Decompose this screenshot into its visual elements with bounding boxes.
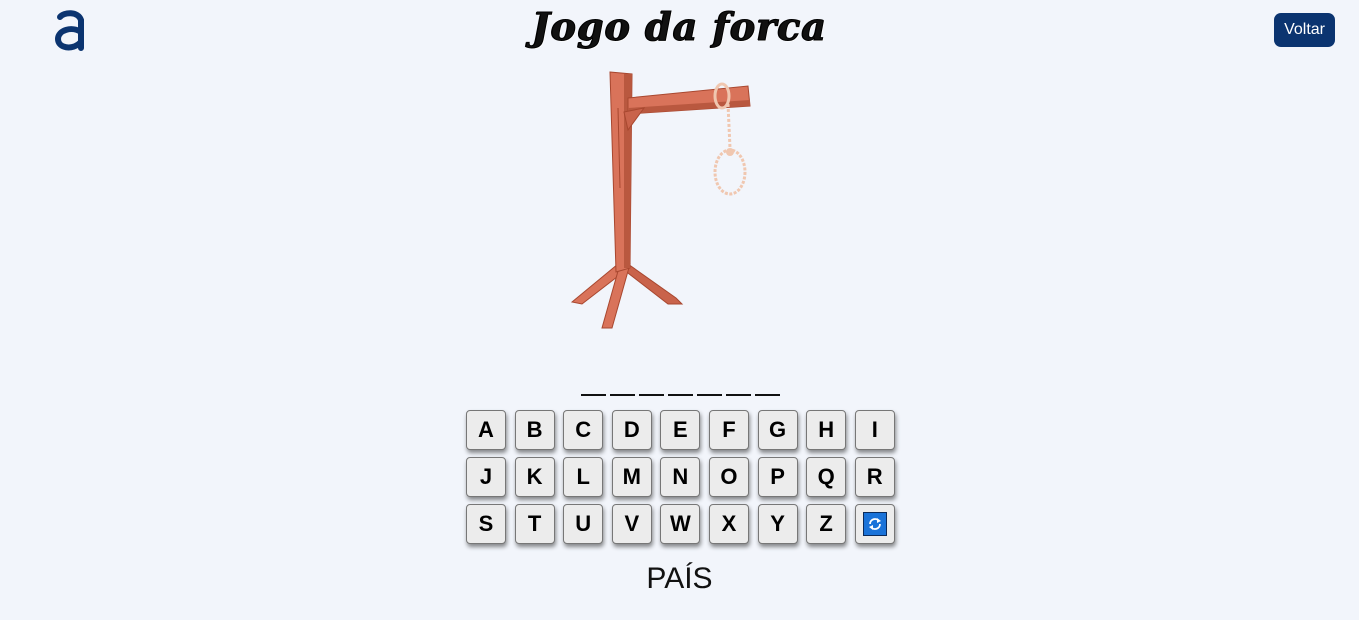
letter-keyboard: A B C D E F G H I J K L M N O P Q R S T … (466, 410, 895, 544)
key-e[interactable]: E (660, 410, 701, 450)
restart-button[interactable] (854, 504, 895, 544)
key-a[interactable]: A (466, 410, 506, 450)
gallows-illustration (568, 68, 758, 332)
key-h[interactable]: H (806, 410, 847, 450)
key-f[interactable]: F (708, 410, 749, 450)
key-o[interactable]: O (708, 457, 749, 497)
letter-slot (581, 372, 606, 396)
key-t[interactable]: T (514, 504, 555, 544)
key-j[interactable]: J (466, 457, 506, 497)
key-x[interactable]: X (708, 504, 749, 544)
key-m[interactable]: M (611, 457, 652, 497)
key-z[interactable]: Z (806, 504, 847, 544)
refresh-icon (862, 512, 887, 536)
key-b[interactable]: B (514, 410, 555, 450)
letter-slot (697, 372, 722, 396)
key-n[interactable]: N (660, 457, 701, 497)
back-button[interactable]: Voltar (1274, 13, 1335, 47)
key-q[interactable]: Q (806, 457, 847, 497)
key-s[interactable]: S (466, 504, 506, 544)
word-slots (0, 372, 1359, 396)
key-k[interactable]: K (514, 457, 555, 497)
letter-slot (755, 372, 780, 396)
key-r[interactable]: R (854, 457, 895, 497)
category-hint: PAÍS (646, 562, 713, 595)
key-v[interactable]: V (611, 504, 652, 544)
letter-slot (610, 372, 635, 396)
page-title: Jogo da forca (531, 4, 828, 50)
key-y[interactable]: Y (757, 504, 798, 544)
key-w[interactable]: W (660, 504, 701, 544)
key-d[interactable]: D (611, 410, 652, 450)
key-g[interactable]: G (757, 410, 798, 450)
letter-slot (726, 372, 751, 396)
key-p[interactable]: P (757, 457, 798, 497)
letter-slot (639, 372, 664, 396)
key-u[interactable]: U (563, 504, 604, 544)
key-i[interactable]: I (854, 410, 895, 450)
page: Jogo da forca Voltar A B C D E F G H I J… (0, 0, 1359, 620)
letter-slot (668, 372, 693, 396)
key-l[interactable]: L (563, 457, 604, 497)
key-c[interactable]: C (563, 410, 604, 450)
